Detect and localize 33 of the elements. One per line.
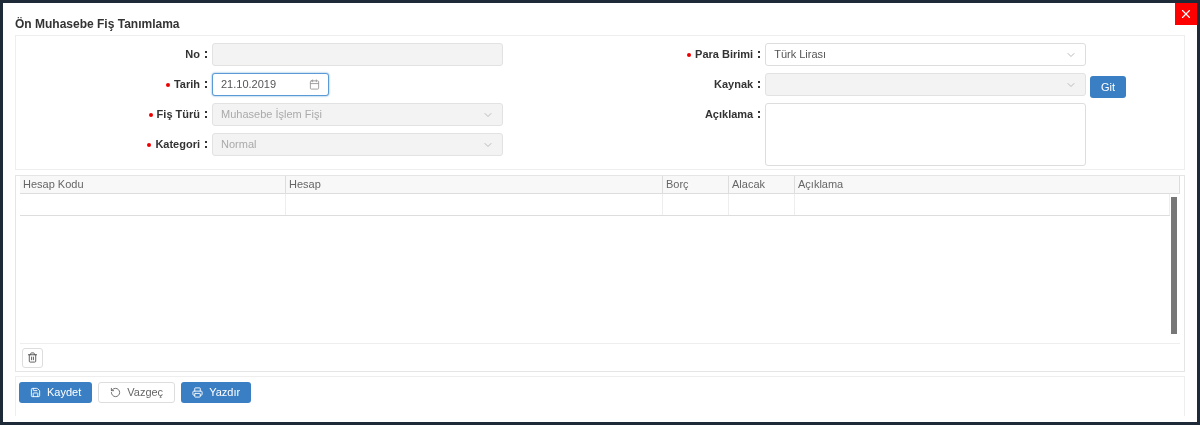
column-header: Alacak <box>729 176 795 193</box>
column-header: Borç <box>663 176 729 193</box>
description-textarea[interactable] <box>765 103 1086 166</box>
printer-icon <box>192 387 204 398</box>
column-header: Hesap Kodu <box>20 176 286 193</box>
save-icon <box>30 387 41 398</box>
field-label: No <box>185 47 200 63</box>
close-icon <box>1179 7 1193 21</box>
field-value: Normal <box>221 137 258 153</box>
field-label: Fiş Türü <box>156 107 200 123</box>
column-header: Açıklama <box>795 176 1180 193</box>
undo-icon <box>110 387 122 398</box>
select-field[interactable]: Türk Lirası <box>765 43 1086 66</box>
field-label: Kaynak <box>714 77 754 93</box>
field-value: Türk Lirası <box>774 47 828 63</box>
go-button[interactable]: Git <box>1090 76 1127 99</box>
field-label: Açıklama <box>704 107 754 123</box>
action-button[interactable]: Vazgeç <box>98 382 176 403</box>
close-button[interactable] <box>1175 3 1197 25</box>
trash-icon <box>27 352 38 363</box>
action-button[interactable]: Yazdır <box>181 382 252 403</box>
calendar-icon <box>309 79 320 90</box>
action-button[interactable]: Kaydet <box>19 382 93 403</box>
column-header: Hesap <box>286 176 663 193</box>
scrollbar[interactable] <box>1171 197 1177 334</box>
field-label: Para Birimi <box>695 47 754 63</box>
delete-button[interactable] <box>22 347 43 368</box>
field-value: 21.10.2019 <box>221 77 278 93</box>
field-value: Muhasebe İşlem Fişi <box>221 107 323 123</box>
field-label: Kategori <box>155 137 200 153</box>
field-label: Tarih <box>173 77 200 93</box>
date-field[interactable]: 21.10.2019 <box>212 73 329 96</box>
window-title: Ön Muhasebe Fiş Tanımlama <box>15 16 181 33</box>
